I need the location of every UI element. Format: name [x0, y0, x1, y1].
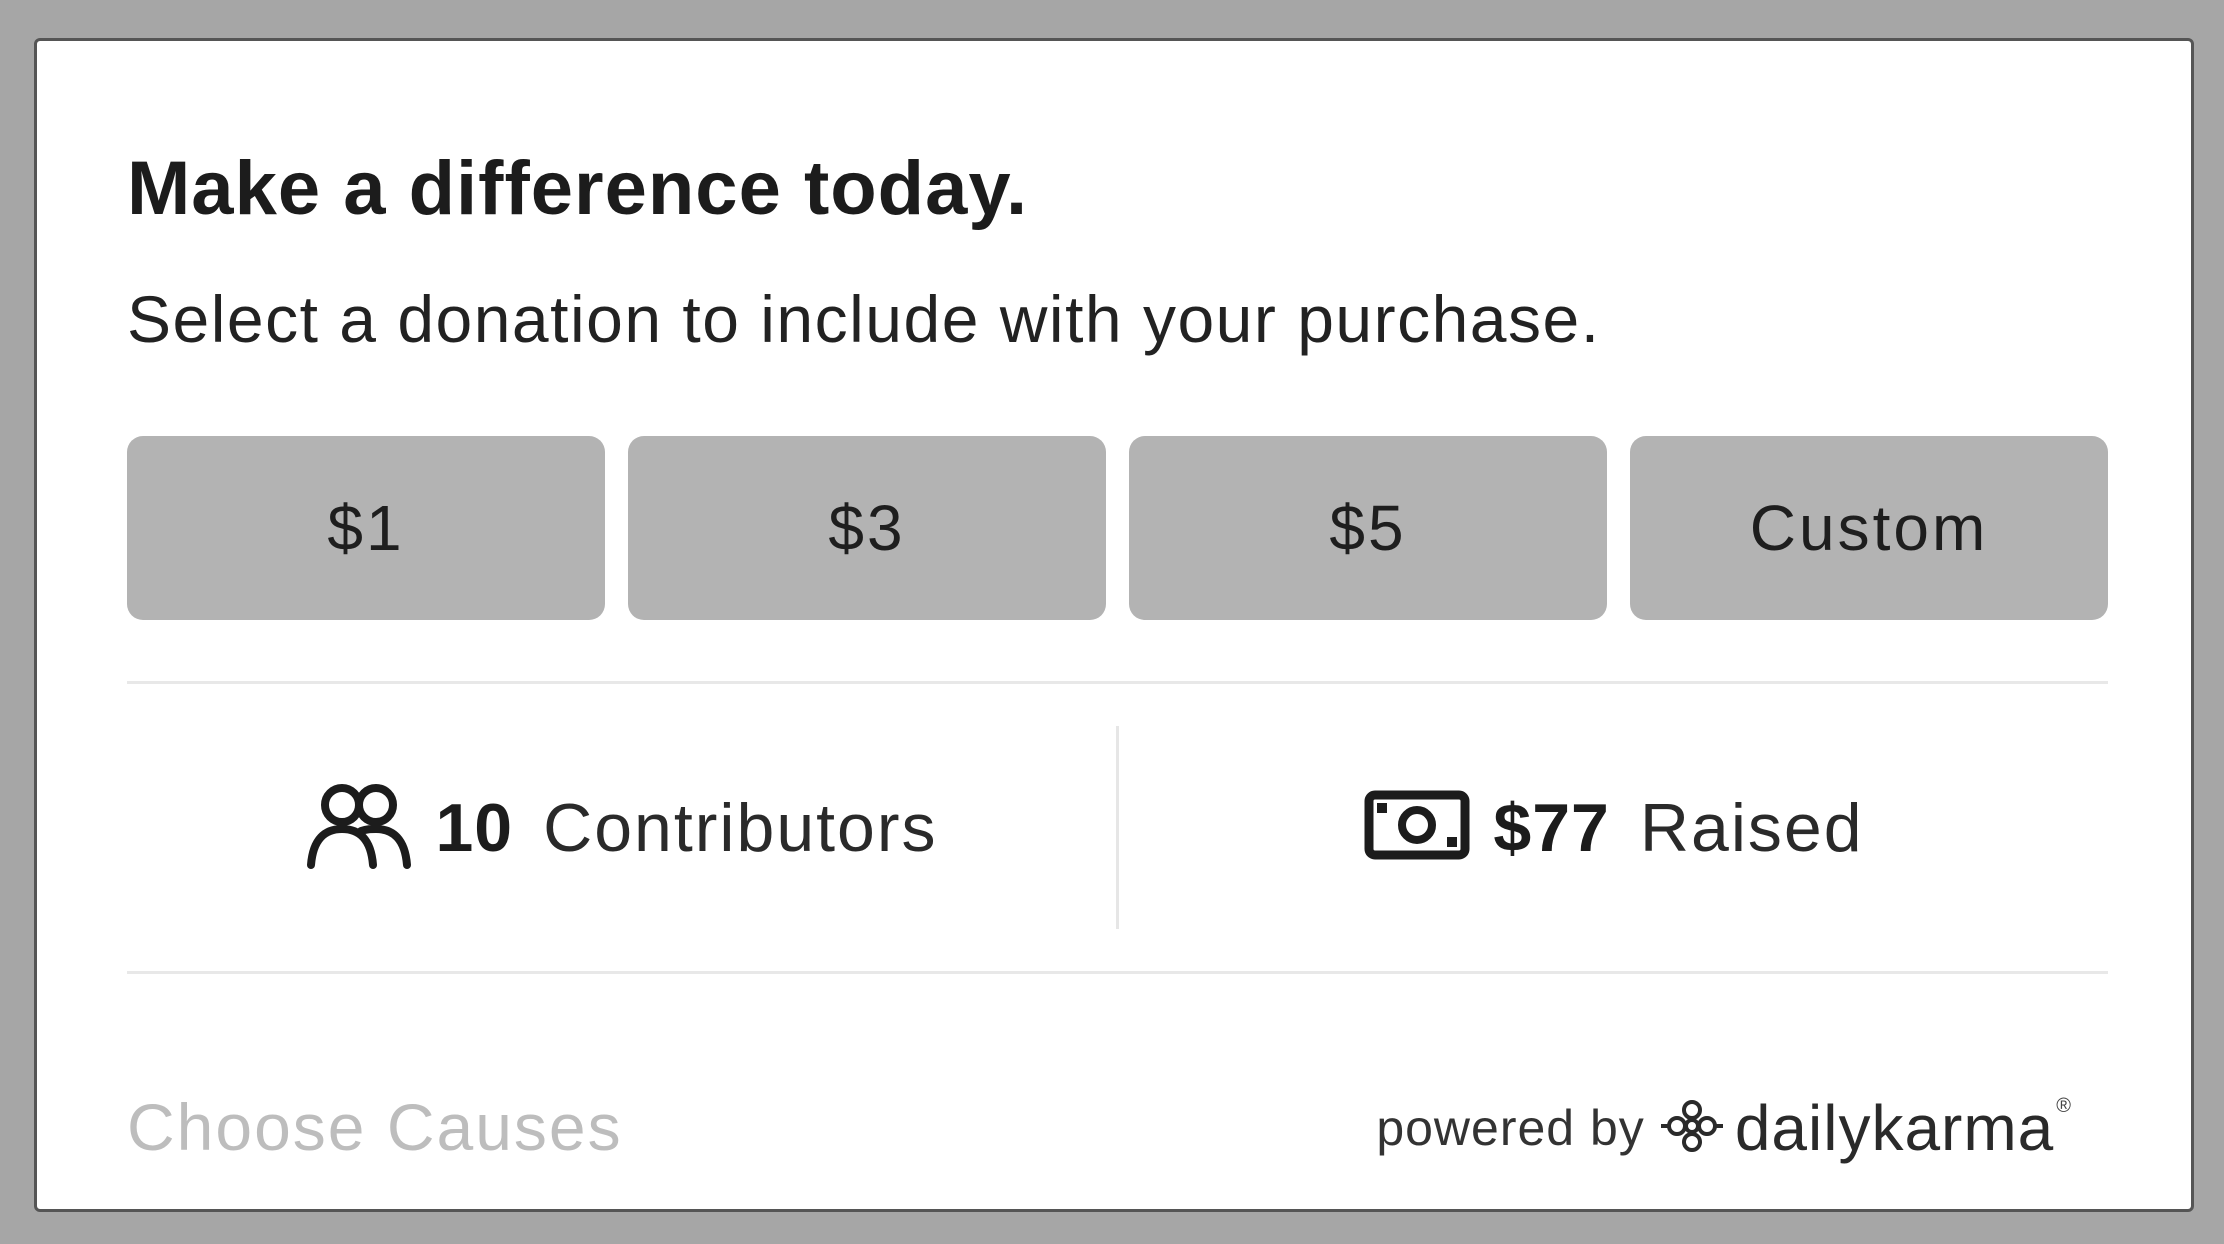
contributors-stat: 10 Contributors — [127, 684, 1116, 971]
raised-label: Raised — [1639, 789, 1864, 866]
divider-bottom — [127, 971, 2108, 974]
donation-widget: Make a difference today. Select a donati… — [34, 38, 2194, 1212]
donate-5-button[interactable]: $5 — [1129, 436, 1607, 620]
contributors-label: Contributors — [543, 789, 938, 866]
dailykarma-logo-icon — [1659, 1098, 1725, 1159]
dailykarma-wordmark: dailykarma — [1734, 1092, 2055, 1164]
donation-amount-options: $1 $3 $5 Custom — [127, 436, 2108, 620]
powered-by-text: powered by — [1376, 1100, 1645, 1156]
people-icon — [305, 781, 413, 874]
choose-causes-link[interactable]: Choose Causes — [127, 1089, 623, 1165]
donate-1-button[interactable]: $1 — [127, 436, 605, 620]
donate-3-button[interactable]: $3 — [628, 436, 1106, 620]
registered-mark: ® — [2056, 1095, 2071, 1117]
donation-stats: 10 Contributors $77 Raised — [127, 684, 2108, 971]
widget-headline: Make a difference today. — [127, 146, 1029, 231]
raised-amount: $77 — [1493, 789, 1610, 866]
money-icon — [1363, 787, 1471, 868]
powered-by-attribution: powered by dailykarma ® — [1376, 1091, 2071, 1165]
raised-stat: $77 Raised — [1119, 684, 2108, 971]
donate-custom-button[interactable]: Custom — [1630, 436, 2108, 620]
contributors-count: 10 — [435, 789, 514, 866]
widget-subline: Select a donation to include with your p… — [127, 282, 1601, 356]
